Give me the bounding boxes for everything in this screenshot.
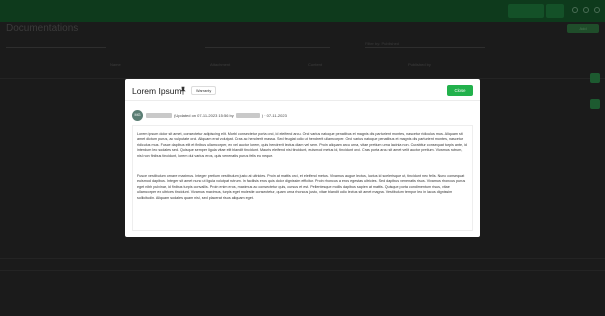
content-paragraph: Lorem ipsum dolor sit amet, consectetur … [137,132,467,158]
content-paragraph: Fusce vestibulum ornare maximus. Integer… [137,174,466,200]
redacted-editor [235,112,260,118]
close-button[interactable]: Close [447,85,473,96]
pin-icon[interactable] [179,86,187,95]
updated-suffix: ) · 07-11-2023 [261,112,287,118]
document-modal: Lorem Ipsum Warranty Close MG (Updated o… [125,79,480,237]
modal-header: Lorem Ipsum Warranty Close [125,79,480,101]
document-meta: MG (Updated on 07-11-2023 15:56 by ) · 0… [132,109,288,121]
redacted-author [146,112,172,118]
category-tag: Warranty [191,86,217,95]
modal-title: Lorem Ipsum [132,86,182,96]
updated-prefix: (Updated on 07-11-2023 15:56 by [174,112,234,118]
document-content: Lorem ipsum dolor sit amet, consectetur … [132,125,473,231]
meta-line: (Updated on 07-11-2023 15:56 by ) · 07-1… [145,112,288,118]
author-avatar: MG [132,109,143,121]
